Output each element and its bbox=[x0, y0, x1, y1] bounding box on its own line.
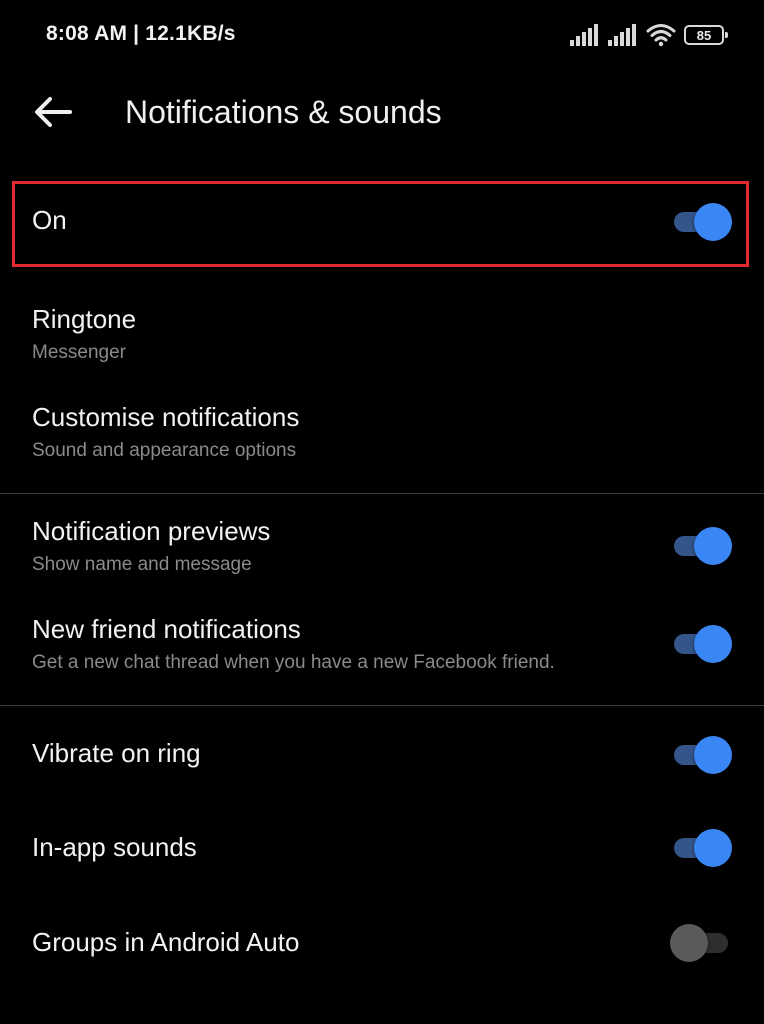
ringtone-row[interactable]: Ringtone Messenger bbox=[0, 296, 764, 376]
notification-previews-toggle[interactable] bbox=[670, 525, 732, 565]
wifi-icon bbox=[646, 24, 676, 47]
groups-android-auto-toggle[interactable] bbox=[670, 922, 732, 962]
ringtone-title: Ringtone bbox=[32, 304, 137, 334]
vibrate-on-ring-title: Vibrate on ring bbox=[32, 738, 201, 768]
notification-previews-title: Notification previews bbox=[32, 516, 271, 546]
toggle-thumb bbox=[694, 829, 732, 867]
toggle-thumb bbox=[670, 924, 708, 962]
battery-level: 85 bbox=[696, 27, 712, 43]
battery-icon: 85 bbox=[684, 25, 728, 45]
signal-icon bbox=[570, 24, 598, 46]
new-friend-notifications-subtitle: Get a new chat thread when you have a ne… bbox=[32, 652, 555, 673]
in-app-sounds-row[interactable]: In-app sounds bbox=[0, 820, 764, 880]
highlight-box bbox=[12, 181, 749, 267]
toggle-thumb bbox=[694, 527, 732, 565]
new-friend-notifications-row[interactable]: New friend notifications Get a new chat … bbox=[0, 606, 764, 686]
new-friend-notifications-toggle[interactable] bbox=[670, 623, 732, 663]
divider bbox=[0, 493, 764, 494]
status-bar: 8:08 AM | 12.1KB/s 85 bbox=[0, 0, 764, 70]
in-app-sounds-title: In-app sounds bbox=[32, 832, 197, 862]
notification-previews-row[interactable]: Notification previews Show name and mess… bbox=[0, 508, 764, 588]
groups-android-auto-row[interactable]: Groups in Android Auto bbox=[0, 913, 764, 973]
customise-notifications-title: Customise notifications bbox=[32, 402, 300, 432]
status-icons: 85 bbox=[570, 20, 728, 50]
groups-android-auto-title: Groups in Android Auto bbox=[32, 927, 300, 957]
signal-icon bbox=[608, 24, 636, 46]
toggle-thumb bbox=[694, 736, 732, 774]
notification-previews-subtitle: Show name and message bbox=[32, 554, 252, 575]
customise-notifications-row[interactable]: Customise notifications Sound and appear… bbox=[0, 394, 764, 474]
toggle-thumb bbox=[694, 625, 732, 663]
vibrate-on-ring-row[interactable]: Vibrate on ring bbox=[0, 726, 764, 786]
customise-notifications-subtitle: Sound and appearance options bbox=[32, 440, 297, 461]
arrow-left-icon[interactable] bbox=[30, 92, 74, 132]
divider bbox=[0, 705, 764, 706]
page-title: Notifications & sounds bbox=[125, 94, 442, 130]
ringtone-subtitle: Messenger bbox=[32, 342, 126, 363]
status-time: 8:08 AM | 12.1KB/s bbox=[46, 22, 236, 45]
in-app-sounds-toggle[interactable] bbox=[670, 827, 732, 867]
app-bar: Notifications & sounds bbox=[0, 70, 764, 154]
vibrate-on-ring-toggle[interactable] bbox=[670, 734, 732, 774]
new-friend-notifications-title: New friend notifications bbox=[32, 614, 301, 644]
